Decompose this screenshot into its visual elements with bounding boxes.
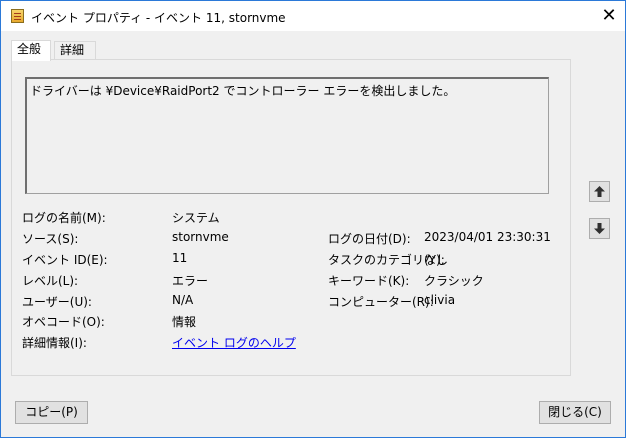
close-button[interactable]: 閉じる(C): [539, 401, 611, 424]
user-value: N/A: [172, 293, 194, 307]
more-info-label: 詳細情報(I):: [22, 336, 87, 350]
log-name-label: ログの名前(M):: [22, 211, 106, 225]
close-icon[interactable]: ✕: [597, 5, 621, 27]
arrow-down-icon: [594, 223, 605, 234]
task-category-value: なし: [424, 253, 449, 267]
event-properties-window: イベント プロパティ - イベント 11, stornvme ✕ 全般 詳細 ド…: [0, 0, 626, 438]
logged-label: ログの日付(D):: [328, 232, 411, 246]
tab-general[interactable]: 全般: [11, 40, 51, 61]
event-id-value: 11: [172, 251, 188, 265]
general-tab-panel: ドライバーは ¥Device¥RaidPort2 でコントローラー エラーを検出…: [11, 59, 571, 376]
window-title: イベント プロパティ - イベント 11, stornvme: [31, 11, 286, 25]
user-label: ユーザー(U):: [22, 295, 92, 309]
computer-value: clivia: [424, 293, 456, 307]
opcode-value: 情報: [172, 315, 197, 329]
event-description[interactable]: ドライバーは ¥Device¥RaidPort2 でコントローラー エラーを検出…: [25, 77, 549, 194]
tab-details[interactable]: 詳細: [54, 41, 96, 60]
level-label: レベル(L):: [22, 274, 79, 288]
log-name-value: システム: [172, 211, 220, 225]
source-label: ソース(S):: [22, 232, 79, 246]
title-bar[interactable]: イベント プロパティ - イベント 11, stornvme ✕: [1, 1, 625, 31]
logged-value: 2023/04/01 23:30:31: [424, 230, 551, 244]
event-log-help-link[interactable]: イベント ログのヘルプ: [172, 334, 296, 351]
previous-event-button[interactable]: [589, 181, 610, 202]
keywords-label: キーワード(K):: [328, 274, 410, 288]
source-value: stornvme: [172, 230, 229, 244]
arrow-up-icon: [594, 186, 605, 197]
next-event-button[interactable]: [589, 218, 610, 239]
event-viewer-icon: [11, 9, 24, 23]
opcode-label: オペコード(O):: [22, 315, 105, 329]
computer-label: コンピューター(R):: [328, 295, 434, 309]
copy-button[interactable]: コピー(P): [15, 401, 88, 424]
event-id-label: イベント ID(E):: [22, 253, 108, 267]
keywords-value: クラシック: [424, 274, 484, 288]
level-value: エラー: [172, 274, 209, 288]
